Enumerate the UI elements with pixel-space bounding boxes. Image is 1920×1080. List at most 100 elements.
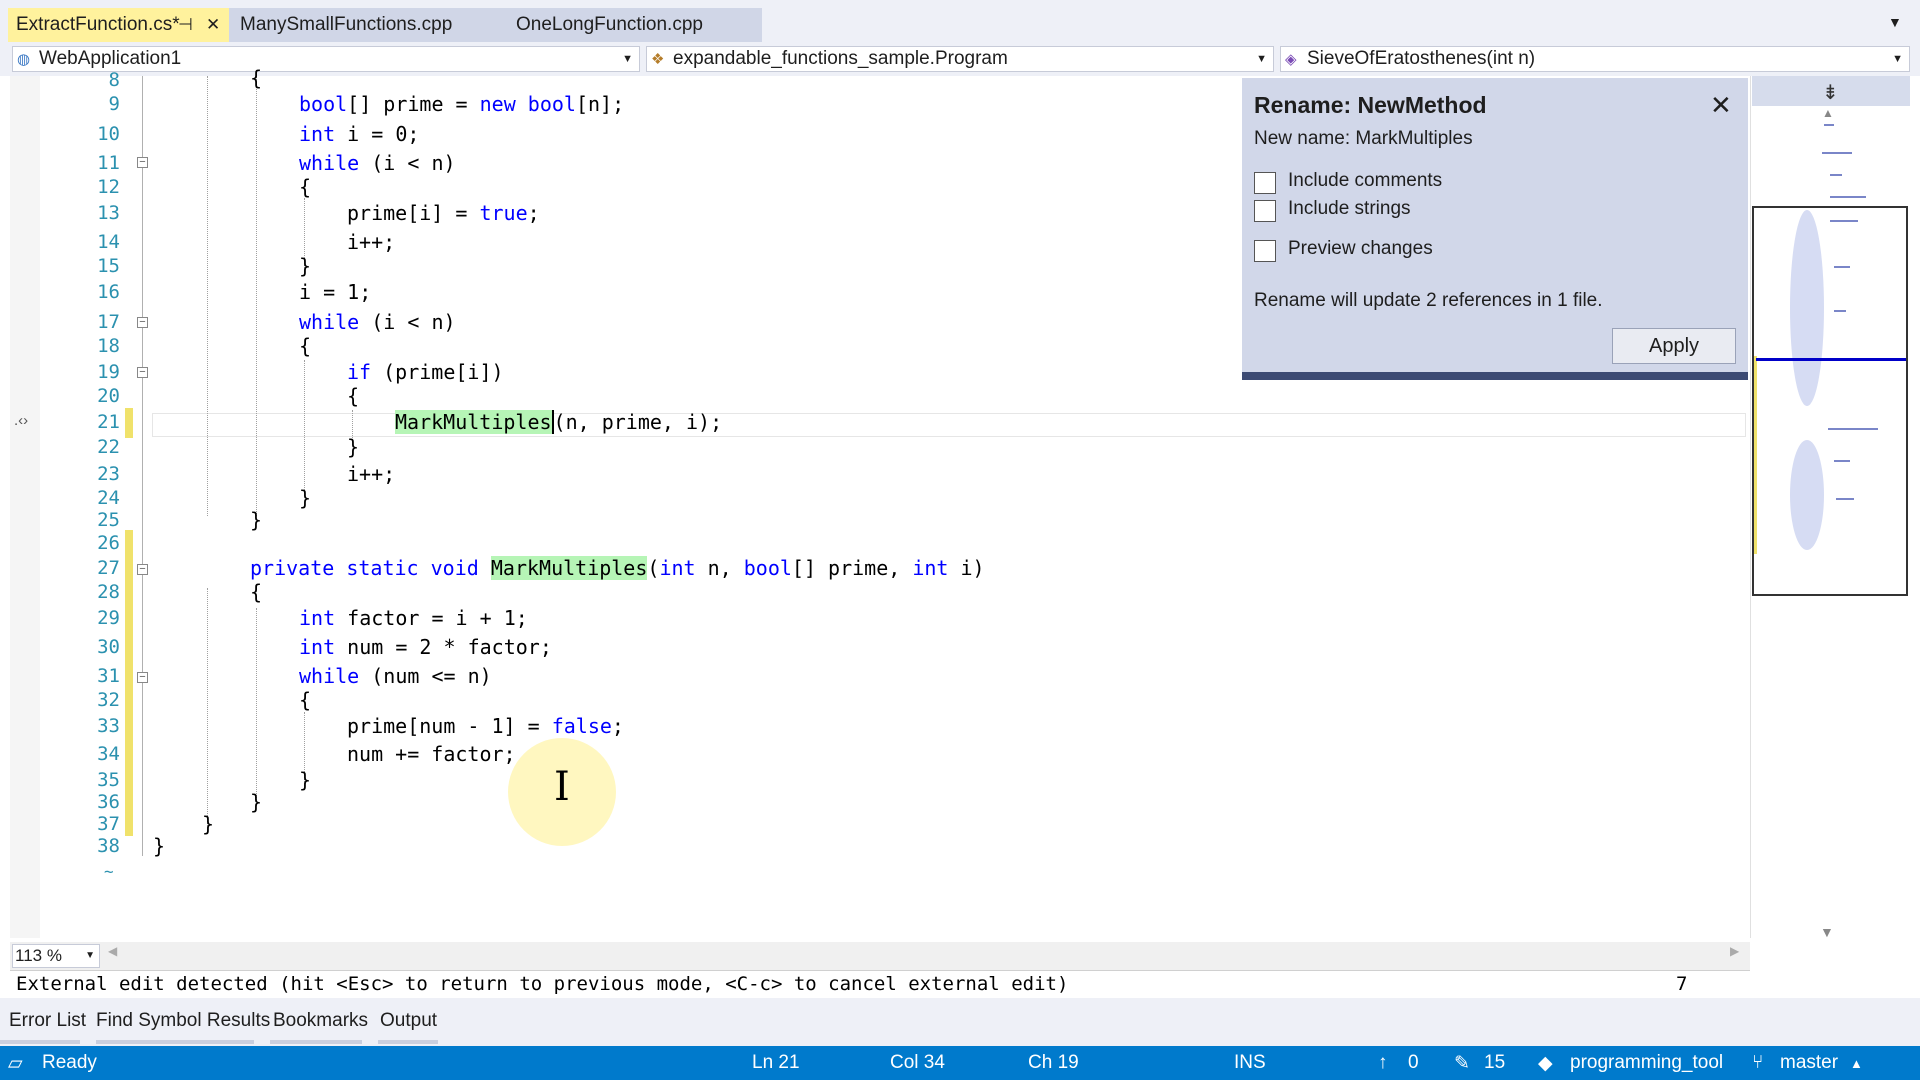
- status-branch[interactable]: master: [1780, 1052, 1838, 1074]
- rename-title: Rename: NewMethod: [1254, 92, 1487, 118]
- tab-underline: [270, 1040, 362, 1044]
- indent-guide: [256, 608, 257, 806]
- arrow-up-icon[interactable]: ↑: [1378, 1052, 1388, 1074]
- pencil-icon[interactable]: ✎: [1454, 1052, 1470, 1075]
- tab-error-list[interactable]: Error List: [9, 1010, 86, 1032]
- collapse-icon[interactable]: −: [137, 564, 148, 575]
- code-line: }: [153, 834, 166, 858]
- code-line: prime[num - 1] = false;: [347, 714, 624, 738]
- map-viewport[interactable]: [1752, 206, 1908, 596]
- chevron-down-icon[interactable]: ▼: [1256, 47, 1267, 71]
- repo-icon[interactable]: ◆: [1538, 1052, 1553, 1075]
- preview-changes-checkbox[interactable]: [1254, 240, 1276, 262]
- status-repo[interactable]: programming_tool: [1570, 1052, 1723, 1074]
- tab-underline: [0, 1040, 80, 1044]
- method-icon: ◈: [1285, 51, 1297, 68]
- tab-manysmallfunctions[interactable]: ManySmallFunctions.cpp: [229, 8, 485, 42]
- tab-bookmarks[interactable]: Bookmarks: [273, 1010, 368, 1032]
- status-edit-count[interactable]: 15: [1484, 1052, 1505, 1074]
- collapse-icon[interactable]: −: [137, 672, 148, 683]
- line-number: 28: [97, 581, 120, 603]
- vim-count: 7: [1676, 973, 1688, 995]
- line-number: 27: [97, 557, 120, 579]
- tab-find-symbol-results[interactable]: Find Symbol Results: [96, 1010, 270, 1032]
- code-line-current: MarkMultiples (n, prime, i);: [395, 410, 723, 434]
- indent-guide: [256, 76, 257, 516]
- class-icon: ❖: [651, 51, 665, 68]
- member-label: SieveOfEratosthenes(int n): [1307, 48, 1536, 69]
- document-tab-strip: ExtractFunction.cs* ⊣ ✕ ManySmallFunctio…: [0, 0, 1920, 42]
- line-number: 25: [97, 509, 120, 531]
- horizontal-scrollbar[interactable]: [10, 942, 1750, 970]
- split-icon[interactable]: ⇟: [1822, 80, 1839, 105]
- scroll-left-icon[interactable]: ◀: [108, 944, 117, 958]
- chevron-down-icon[interactable]: ▼: [1888, 14, 1902, 30]
- collapse-icon[interactable]: −: [137, 367, 148, 378]
- code-line: }: [299, 254, 312, 278]
- include-comments-checkbox[interactable]: [1254, 172, 1276, 194]
- line-number: 17: [97, 311, 120, 333]
- chevron-up-icon[interactable]: ▲: [1850, 1056, 1863, 1071]
- line-number: 15: [97, 255, 120, 277]
- code-line: }: [250, 790, 263, 814]
- line-number: 13: [97, 202, 120, 224]
- include-strings-label: Include strings: [1288, 198, 1411, 219]
- new-name-label: New name: MarkMultiples: [1254, 128, 1473, 149]
- chevron-down-icon[interactable]: ▼: [85, 945, 95, 967]
- status-push-count[interactable]: 0: [1408, 1052, 1419, 1074]
- code-line: num += factor;: [347, 742, 516, 766]
- tab-output[interactable]: Output: [380, 1010, 437, 1032]
- line-number: 19: [97, 361, 120, 383]
- status-mode: INS: [1234, 1052, 1266, 1073]
- chevron-down-icon[interactable]: ▼: [1892, 47, 1903, 71]
- scroll-right-icon[interactable]: ▶: [1730, 944, 1739, 958]
- notification-icon[interactable]: ▱: [8, 1052, 23, 1075]
- code-line: if (prime[i]): [347, 360, 504, 384]
- code-peek-icon[interactable]: .‹›: [14, 412, 28, 429]
- line-number: 31: [97, 665, 120, 687]
- tab-extractfunction[interactable]: ExtractFunction.cs* ⊣ ✕: [8, 8, 229, 42]
- collapse-icon[interactable]: −: [137, 317, 148, 328]
- code-line: {: [347, 384, 360, 408]
- rename-info: Rename will update 2 references in 1 fil…: [1254, 290, 1603, 311]
- line-number: 20: [97, 385, 120, 407]
- chevron-down-icon[interactable]: ▼: [622, 47, 633, 71]
- map-line: [1830, 174, 1842, 176]
- text-cursor-icon: I: [554, 764, 570, 810]
- apply-button[interactable]: Apply: [1612, 328, 1736, 364]
- code-line: while (i < n): [299, 151, 456, 175]
- code-line: while (i < n): [299, 310, 456, 334]
- zoom-dropdown[interactable]: 113 % ▼: [12, 944, 100, 968]
- code-line: }: [299, 486, 312, 510]
- scroll-down-icon[interactable]: ▼: [1820, 924, 1834, 940]
- outline-line: [142, 76, 143, 856]
- code-line: while (num <= n): [299, 664, 492, 688]
- line-number: 35: [97, 769, 120, 791]
- collapse-icon[interactable]: −: [137, 157, 148, 168]
- tool-window-tabs: Error List Find Symbol Results Bookmarks…: [0, 998, 1920, 1046]
- code-line: i = 1;: [299, 280, 372, 304]
- map-line: [1824, 124, 1834, 126]
- pin-icon[interactable]: ⊣: [178, 8, 193, 42]
- include-strings-checkbox[interactable]: [1254, 200, 1276, 222]
- member-dropdown[interactable]: ◈ SieveOfEratosthenes(int n) ▼: [1280, 46, 1910, 72]
- type-dropdown[interactable]: ❖ expandable_functions_sample.Program ▼: [646, 46, 1274, 72]
- line-number: 11: [97, 152, 120, 174]
- vim-message: External edit detected (hit <Esc> to ret…: [16, 973, 1069, 995]
- code-line: }: [202, 812, 215, 836]
- close-icon[interactable]: ✕: [1710, 90, 1732, 121]
- tab-underline: [96, 1040, 254, 1044]
- code-line: {: [299, 175, 312, 199]
- change-bar: [125, 408, 133, 438]
- close-icon[interactable]: ✕: [206, 8, 220, 42]
- line-number: 32: [97, 689, 120, 711]
- line-number: 24: [97, 487, 120, 509]
- scroll-up-icon[interactable]: ▲: [1822, 106, 1834, 120]
- line-number: 18: [97, 335, 120, 357]
- line-number: 10: [97, 123, 120, 145]
- code-line: {: [250, 66, 263, 90]
- preview-changes-label: Preview changes: [1288, 238, 1433, 259]
- branch-icon[interactable]: ⑂: [1752, 1052, 1763, 1074]
- tab-onelongfunction[interactable]: OneLongFunction.cpp: [485, 8, 762, 42]
- indent-guide: [304, 360, 305, 496]
